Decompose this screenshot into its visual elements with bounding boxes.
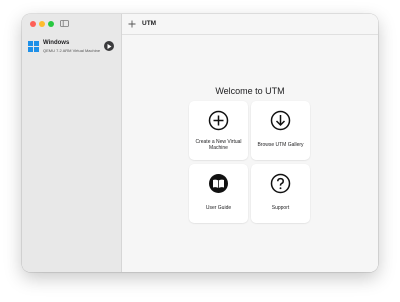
welcome-title: Welcome to UTM bbox=[215, 86, 285, 96]
create-vm-card[interactable]: Create a New Virtual Machine bbox=[189, 101, 248, 160]
zoom-button[interactable] bbox=[48, 21, 54, 27]
vm-list-item-windows[interactable]: Windows QEMU 7.2 ARM Virtual Machine bbox=[28, 40, 116, 58]
play-button[interactable] bbox=[104, 41, 114, 51]
add-icon[interactable] bbox=[128, 20, 136, 28]
book-icon bbox=[209, 174, 228, 193]
user-guide-card[interactable]: User Guide bbox=[189, 164, 248, 223]
card-label: User Guide bbox=[205, 205, 232, 211]
utm-window: Windows QEMU 7.2 ARM Virtual Machine UTM… bbox=[22, 14, 378, 272]
browse-gallery-card[interactable]: Browse UTM Gallery bbox=[251, 101, 310, 160]
card-label: Support bbox=[271, 205, 290, 211]
toolbar-title: UTM bbox=[142, 20, 157, 27]
traffic-lights bbox=[30, 21, 54, 27]
question-circle-icon bbox=[270, 173, 291, 194]
download-circle-icon bbox=[270, 110, 291, 131]
card-label: Create a New Virtual Machine bbox=[195, 139, 242, 151]
main-content: UTM Welcome to UTM Create a New Virtual … bbox=[122, 14, 378, 272]
close-button[interactable] bbox=[30, 21, 36, 27]
sidebar-toggle-icon[interactable] bbox=[60, 20, 69, 27]
play-icon bbox=[107, 43, 112, 49]
windows-logo-icon bbox=[28, 41, 39, 52]
vm-description: QEMU 7.2 ARM Virtual Machine bbox=[43, 48, 101, 53]
toolbar: UTM bbox=[122, 14, 378, 35]
plus-circle-icon bbox=[208, 110, 229, 131]
support-card[interactable]: Support bbox=[251, 164, 310, 223]
minimize-button[interactable] bbox=[39, 21, 45, 27]
vm-name: Windows bbox=[43, 40, 70, 46]
card-label: Browse UTM Gallery bbox=[257, 142, 304, 148]
sidebar: Windows QEMU 7.2 ARM Virtual Machine bbox=[22, 14, 122, 272]
